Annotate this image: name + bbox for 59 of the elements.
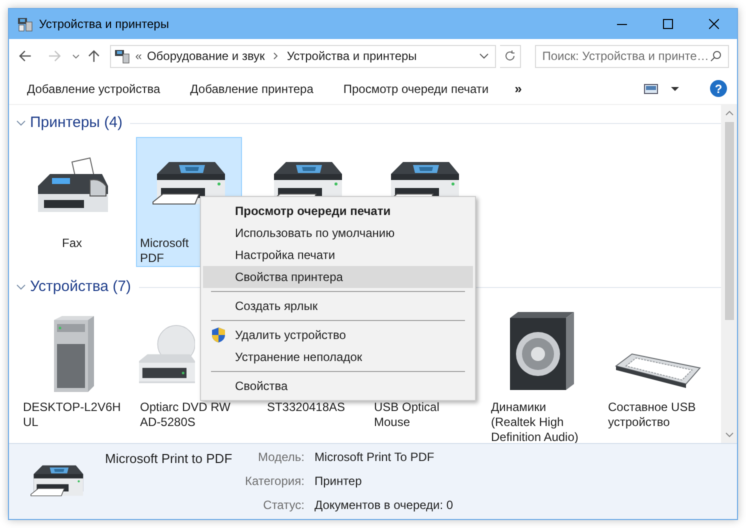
detail-value: Документов в очереди: 0 [314, 498, 454, 514]
view-options-icon[interactable] [644, 82, 658, 94]
device-label: (Realtek High [491, 415, 565, 430]
detail-label: Статус: [262, 498, 304, 514]
device-label: USB Optical [374, 400, 440, 415]
device-label: Составное USB [608, 400, 697, 415]
refresh-icon [504, 50, 516, 62]
refresh-button[interactable] [500, 44, 522, 68]
devices-printers-icon [17, 16, 33, 32]
device-label: ST3320418AS [266, 400, 346, 415]
collapse-chevron-icon[interactable] [16, 282, 26, 292]
menu-item[interactable]: Свойства [203, 375, 473, 397]
search-input[interactable]: Поиск: Устройства и принте… [542, 47, 710, 65]
menu-item[interactable]: Удалить устройство [203, 324, 473, 346]
chevron-right-icon [272, 52, 280, 60]
menu-item[interactable]: Создать ярлык [203, 295, 473, 317]
device-name: Microsoft Print to PDF [105, 450, 234, 468]
scrollbar-thumb[interactable] [724, 122, 734, 320]
detail-value: Принтер [314, 474, 363, 490]
device-label: DESKTOP-L2V6H [23, 400, 121, 415]
help-button[interactable]: ? [710, 80, 727, 97]
shield-icon [211, 327, 226, 343]
menu-item[interactable]: Свойства принтера [203, 266, 473, 288]
device-label: UL [23, 415, 40, 430]
detail-value: Microsoft Print To PDF [314, 450, 436, 466]
back-arrow-icon[interactable] [17, 48, 33, 64]
window-title: Устройства и принтеры [39, 16, 169, 33]
detail-label: Модель: [257, 450, 304, 466]
toolbar-command[interactable]: Добавление устройства [19, 76, 168, 102]
device-label: AD-5280S [140, 415, 196, 430]
device-label: Optiarc DVD RW [140, 400, 232, 415]
device-label: Definition Audio) [491, 430, 580, 445]
device-label: PDF [140, 251, 165, 266]
maximize-icon [663, 19, 673, 29]
device-label: Microsoft [140, 236, 190, 251]
scrollbar[interactable] [721, 105, 737, 443]
more-commands-button[interactable]: » [510, 78, 526, 98]
address-field[interactable]: « Оборудование и звук Устройства и принтеры [110, 44, 496, 68]
search-field[interactable]: Поиск: Устройства и принте… [535, 44, 729, 68]
devices-printers-icon [114, 48, 130, 64]
device-label: устройство [608, 415, 671, 430]
menu-item[interactable]: Устранение неполадок [203, 346, 473, 368]
toolbar-command[interactable]: Просмотр очереди печати [335, 76, 497, 102]
dropdown-caret-icon[interactable] [478, 51, 488, 61]
scroll-down-icon[interactable] [724, 430, 734, 439]
detail-label: Категория: [245, 474, 304, 490]
close-icon [709, 19, 719, 29]
breadcrumb-overflow[interactable]: « [135, 47, 142, 65]
toolbar-command[interactable]: Добавление принтера [182, 76, 322, 102]
group-header[interactable]: Принтеры (4) [30, 112, 122, 134]
group-header[interactable]: Устройства (7) [30, 276, 131, 298]
search-icon [710, 50, 722, 62]
device-label: Динамики [491, 400, 548, 415]
scroll-up-icon[interactable] [724, 109, 734, 118]
device-label: Fax [60, 236, 83, 251]
device-label: Mouse [374, 415, 412, 430]
collapse-chevron-icon[interactable] [16, 118, 26, 128]
breadcrumb-item[interactable]: Оборудование и звук [146, 47, 265, 65]
breadcrumb-item[interactable]: Устройства и принтеры [286, 47, 417, 65]
